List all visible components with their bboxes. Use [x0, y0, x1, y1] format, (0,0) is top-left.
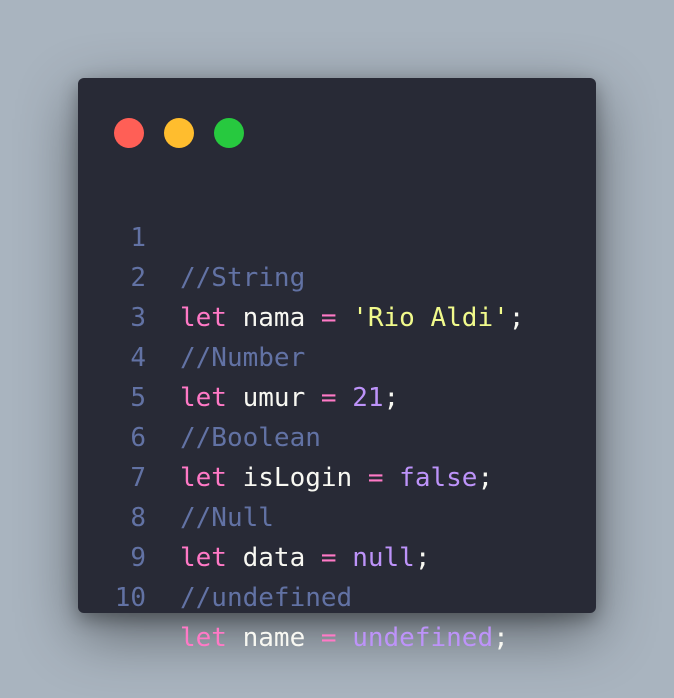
code-window: 1 //String 2 let nama = 'Rio Aldi'; 3 //…	[78, 78, 596, 653]
keyword: let	[180, 623, 227, 653]
code-line-6: 6 let isLogin = false;	[78, 378, 596, 493]
code-line-7: 7 //Null	[78, 418, 596, 533]
code-line-8: 8 let data = null;	[78, 458, 596, 573]
code-line-3: 3 //Number	[78, 258, 596, 373]
code-line-10: 10 let name = undefined;	[78, 538, 596, 653]
comment: //undefined	[180, 583, 353, 613]
line-number: 10	[114, 583, 146, 613]
undefined-value: undefined	[352, 623, 494, 653]
code-block: 1 //String 2 let nama = 'Rio Aldi'; 3 //…	[78, 178, 596, 653]
terminator: ;	[493, 623, 509, 653]
code-line-2: 2 let nama = 'Rio Aldi';	[78, 218, 596, 333]
code-line-5: 5 //Boolean	[78, 338, 596, 453]
identifier: name	[242, 623, 306, 653]
code-line-9: 9 //undefined	[78, 498, 596, 613]
close-window-dot[interactable]	[114, 118, 144, 148]
code-line-4: 4 let umur = 21;	[78, 298, 596, 413]
maximize-window-dot[interactable]	[214, 118, 244, 148]
operator: =	[320, 623, 337, 653]
code-line-1: 1 //String	[78, 178, 596, 293]
minimize-window-dot[interactable]	[164, 118, 194, 148]
